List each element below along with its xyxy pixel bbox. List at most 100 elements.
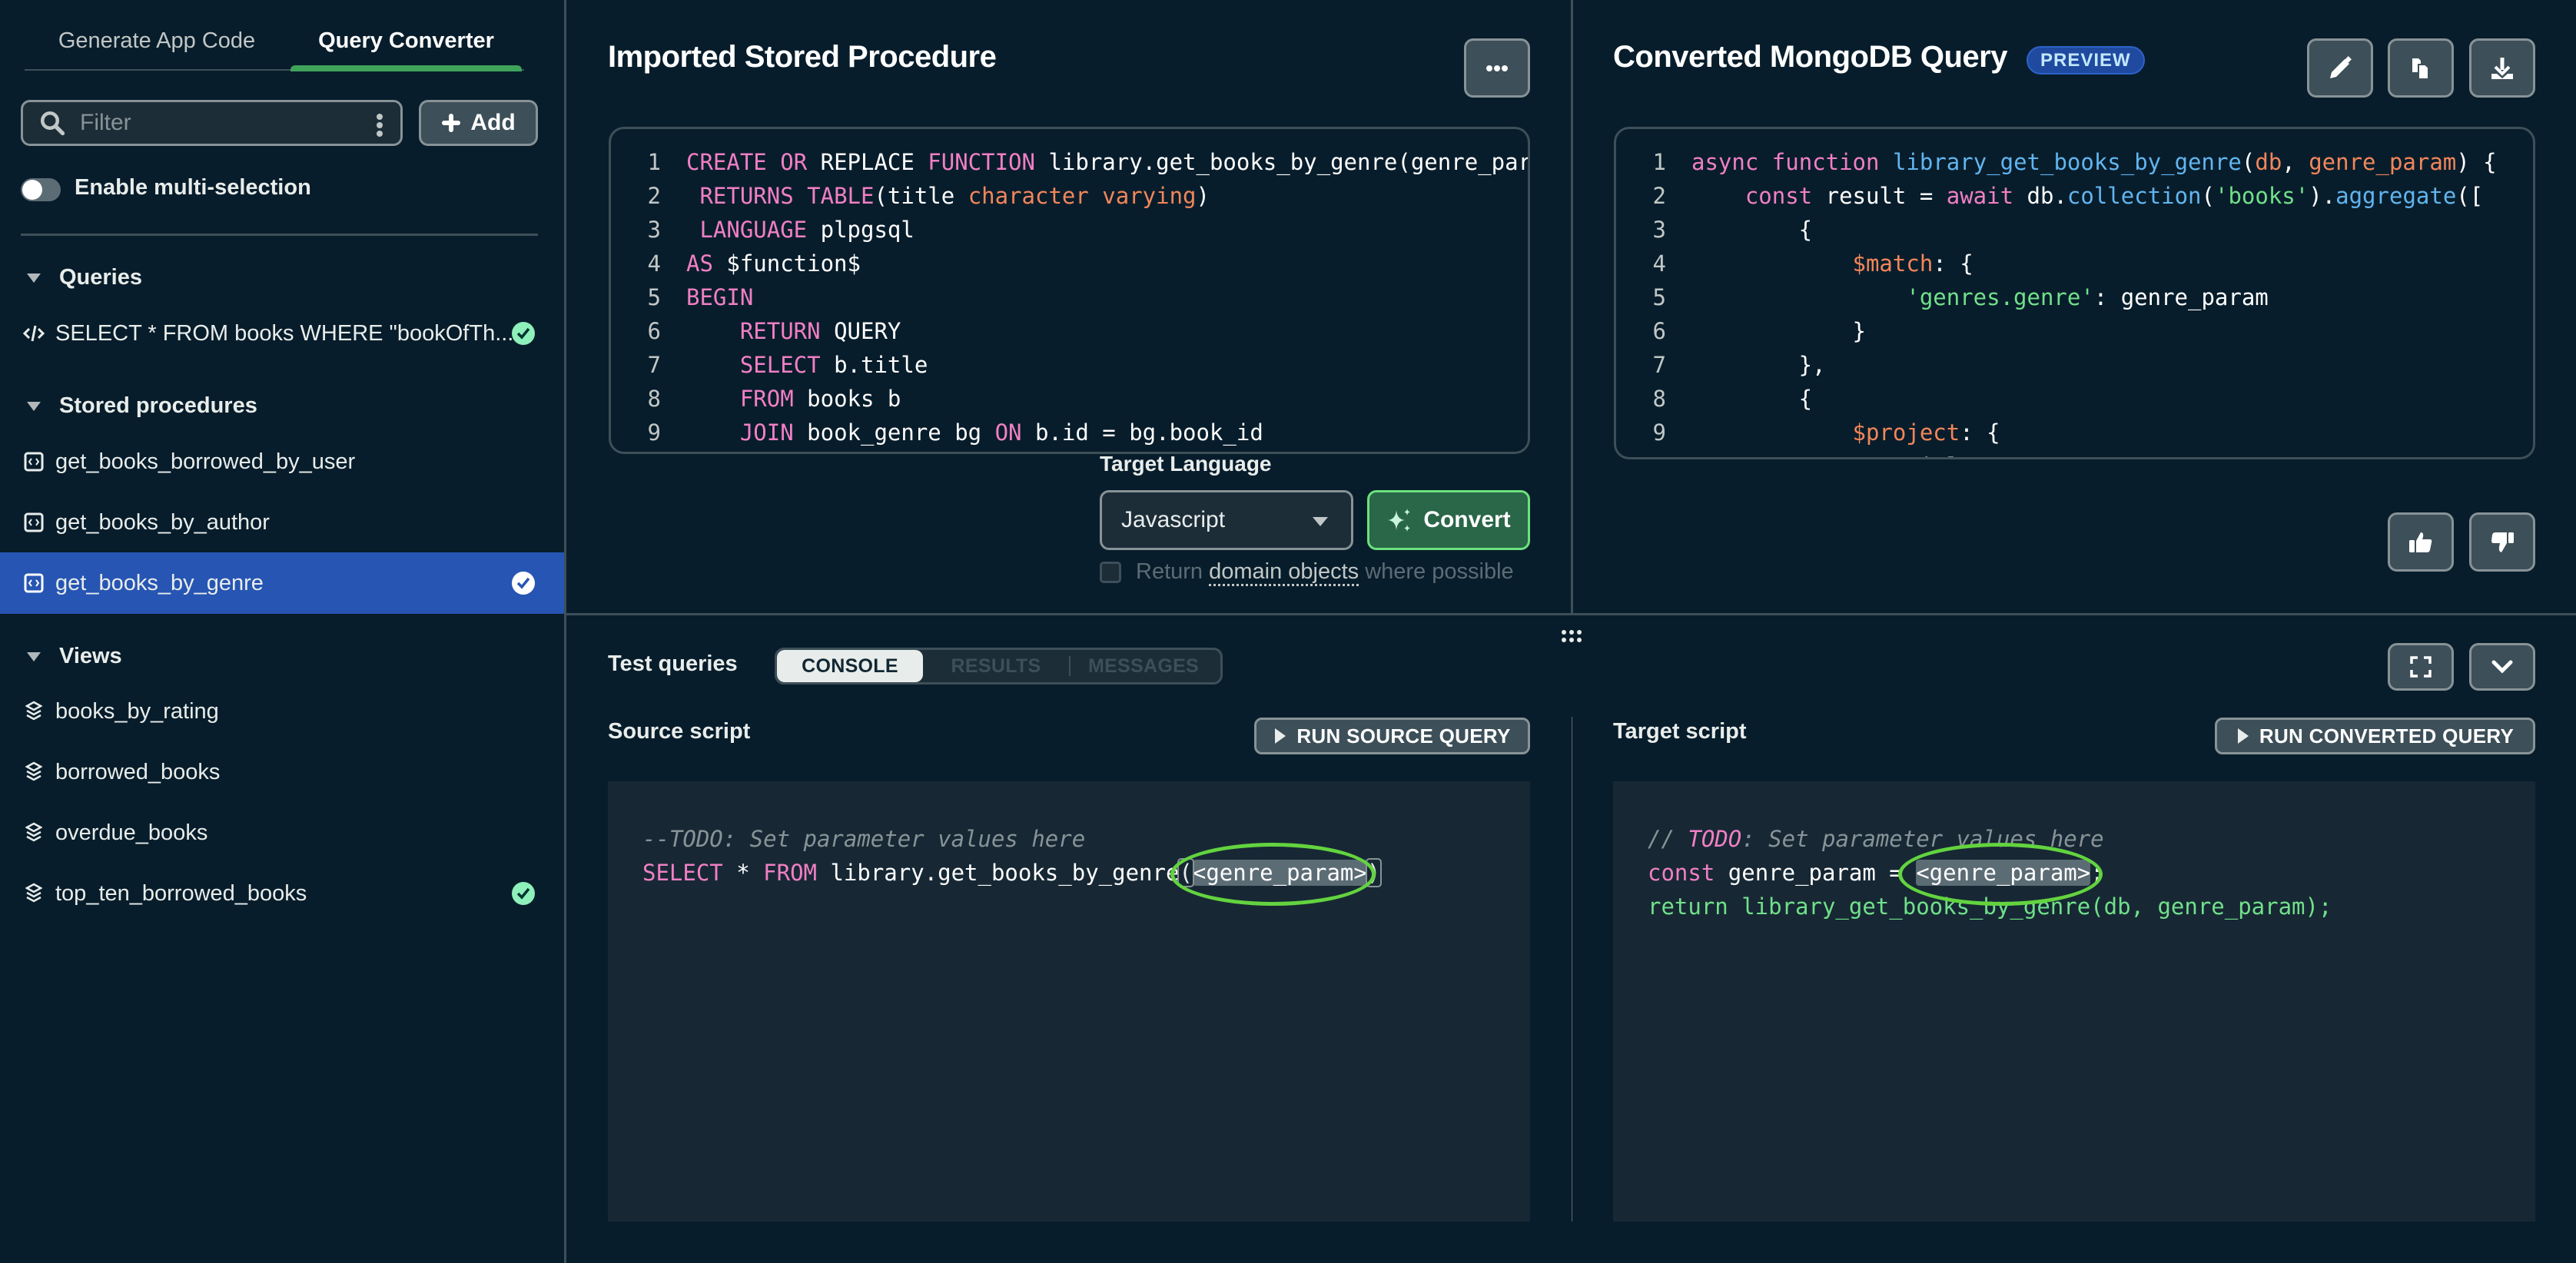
add-button[interactable]: Add (419, 100, 538, 146)
sidebar-item-label: SELECT * FROM books WHERE "bookOfTh... (55, 320, 514, 346)
chevron-down-icon (2491, 660, 2513, 674)
caret-down-icon (27, 651, 41, 661)
thumbs-down-button[interactable] (2469, 512, 2535, 572)
line-number: 8 (647, 386, 661, 412)
code-line: 6 RETURN QUERY (611, 314, 901, 348)
filter-input[interactable] (80, 110, 357, 136)
section-title: Stored procedures (59, 393, 257, 418)
code-token: TABLE (807, 183, 875, 209)
code-token: : { (1960, 419, 2000, 446)
more-options-icon[interactable] (376, 113, 383, 138)
sidebar-item-view[interactable]: borrowed_books (0, 741, 564, 803)
tab-generate-app-code[interactable]: Generate App Code (23, 14, 290, 68)
code-token: aggregate (2335, 183, 2457, 209)
target-script-editor[interactable]: // TODO: Set parameter values here const … (1613, 781, 2535, 1222)
tab-results[interactable]: RESULTS (923, 650, 1069, 682)
sidebar-item-label: borrowed_books (55, 759, 221, 784)
script-line: SELECT * FROM library.get_books_by_genre… (642, 856, 1383, 890)
parameter-placeholder[interactable]: <genre_param> (1192, 860, 1367, 886)
source-code-editor[interactable]: 1 CREATE OR REPLACE FUNCTION library.get_… (609, 127, 1530, 454)
code-token: genre_param (2309, 149, 2457, 175)
sidebar-item-query[interactable]: SELECT * FROM books WHERE "bookOfTh... (0, 303, 564, 364)
code-token: LANGUAGE (699, 217, 808, 243)
tab-console[interactable]: CONSOLE (777, 650, 923, 682)
code-token: * (722, 860, 764, 886)
thumbs-up-button[interactable] (2388, 512, 2454, 572)
section-title: Views (59, 644, 122, 668)
code-token: ( (2201, 183, 2215, 209)
sidebar-item-label: get_books_borrowed_by_user (55, 449, 356, 474)
collapse-button[interactable] (2469, 643, 2535, 691)
tab-messages[interactable]: MESSAGES (1071, 650, 1217, 682)
procedure-icon (23, 512, 45, 533)
sidebar-item-procedure[interactable]: get_books_by_author (0, 492, 564, 553)
fullscreen-button[interactable] (2388, 643, 2454, 691)
play-icon (1275, 728, 1286, 744)
section-views-header[interactable]: Views (27, 644, 122, 669)
filter-field[interactable] (21, 100, 403, 146)
domain-objects-prefix: Return (1136, 559, 1210, 584)
target-language-select[interactable]: Javascript (1100, 490, 1353, 550)
run-source-query-label: RUN SOURCE QUERY (1296, 724, 1511, 748)
domain-objects-link[interactable]: domain objects (1209, 559, 1359, 586)
download-button[interactable] (2469, 38, 2535, 98)
more-options-button[interactable] (1464, 38, 1530, 98)
line-number: 1 (647, 149, 661, 175)
code-token: title: 1 (1691, 453, 2013, 457)
section-stored-procedures-header[interactable]: Stored procedures (27, 393, 257, 419)
line-number: 3 (647, 217, 661, 243)
code-token: genre_param = (1715, 860, 1917, 886)
code-text: { (1691, 382, 1812, 416)
sidebar-item-label: books_by_rating (55, 698, 219, 724)
line-number: 4 (647, 250, 661, 277)
sidebar-item-view[interactable]: top_ten_borrowed_books (0, 863, 564, 924)
test-queries-label: Test queries (608, 651, 738, 676)
domain-objects-label: Return domain objects where possible (1136, 559, 1514, 586)
code-token: ). (2309, 183, 2336, 209)
section-queries-header[interactable]: Queries (27, 265, 142, 290)
sidebar: Generate App Code Query Converter Add En… (0, 0, 566, 1263)
sidebar-item-view[interactable]: overdue_books (0, 802, 564, 864)
converted-code-editor[interactable]: 1 async function library_get_books_by_gen… (1614, 127, 2535, 459)
drag-handle-icon[interactable] (1560, 628, 1583, 644)
copy-button[interactable] (2388, 38, 2454, 98)
copy-icon (2412, 58, 2429, 80)
sidebar-item-procedure[interactable]: get_books_borrowed_by_user (0, 431, 564, 492)
multi-selection-toggle[interactable] (21, 178, 61, 201)
panel-resize-divider[interactable] (1571, 0, 1573, 615)
code-token: FUNCTION (928, 149, 1035, 175)
sidebar-item-procedure-selected[interactable]: get_books_by_genre (0, 552, 564, 614)
edit-button[interactable] (2307, 38, 2373, 98)
active-tab-indicator (290, 65, 522, 71)
code-token: await (1946, 183, 2014, 209)
code-token: TODO (1688, 826, 1742, 852)
add-button-label: Add (470, 110, 516, 135)
code-line: 3 LANGUAGE plpgsql (611, 213, 915, 247)
code-text: title: 1 (1691, 449, 2013, 457)
sidebar-item-label: overdue_books (55, 820, 208, 845)
code-text: { (1691, 213, 1812, 247)
tab-query-converter[interactable]: Query Converter (290, 14, 522, 68)
code-token: return library_get_books_by_genre(db, ge… (1648, 893, 2332, 920)
caret-down-icon (1313, 517, 1328, 526)
source-script-editor[interactable]: --TODO: Set parameter values here SELECT … (608, 781, 1530, 1222)
code-token: ([ (2456, 183, 2484, 209)
sidebar-item-label: top_ten_borrowed_books (55, 880, 307, 906)
convert-button[interactable]: Convert (1367, 490, 1530, 550)
code-token: (title (874, 183, 968, 209)
code-token: FROM (739, 386, 794, 412)
domain-objects-checkbox[interactable] (1100, 562, 1121, 583)
run-source-query-button[interactable]: RUN SOURCE QUERY (1254, 718, 1530, 754)
sidebar-item-view[interactable]: books_by_rating (0, 681, 564, 742)
parameter-placeholder[interactable]: <genre_param> (1916, 860, 2091, 886)
line-number: 3 (1652, 217, 1666, 243)
code-token: $project (1852, 419, 1960, 446)
code-line: 8 { (1616, 382, 1813, 416)
run-converted-query-button[interactable]: RUN CONVERTED QUERY (2215, 718, 2535, 754)
code-token: } (1691, 318, 1866, 344)
